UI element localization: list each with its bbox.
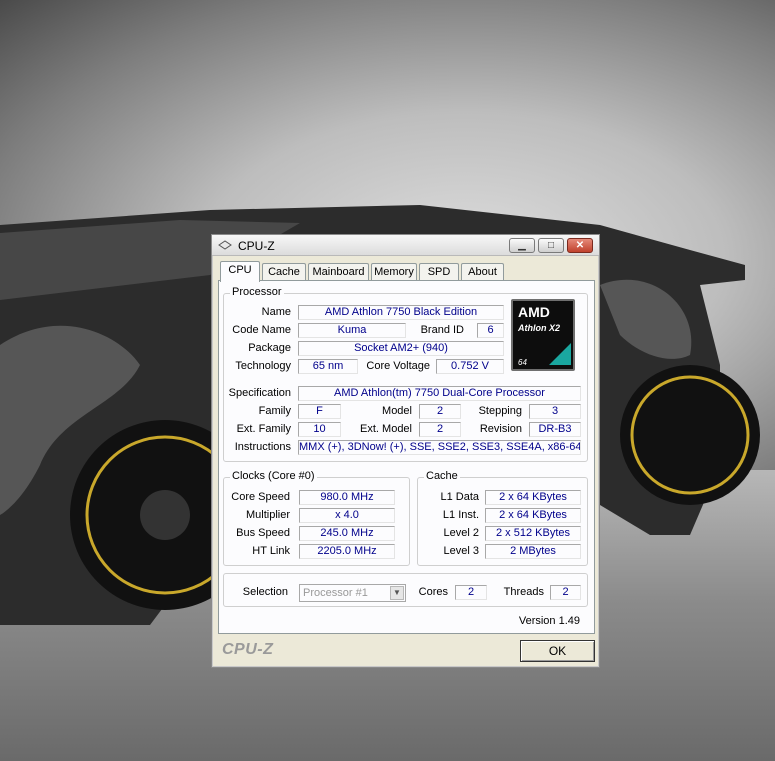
revision-value: DR-B3: [529, 422, 581, 437]
name-value: AMD Athlon 7750 Black Edition: [298, 305, 504, 320]
specification-label: Specification: [228, 387, 291, 399]
close-icon: ✕: [575, 240, 585, 251]
ext-model-value: 2: [419, 422, 461, 437]
cores-label: Cores: [418, 586, 448, 598]
cpuz-brand-text: CPU-Z: [222, 641, 274, 658]
ext-family-value: 10: [298, 422, 341, 437]
technology-label: Technology: [235, 360, 291, 372]
specification-value: AMD Athlon(tm) 7750 Dual-Core Processor: [298, 386, 581, 401]
processor-select-value: Processor #1: [303, 587, 368, 599]
processor-select[interactable]: Processor #1 ▼: [299, 584, 406, 602]
ht-link-label: HT Link: [252, 545, 290, 557]
logo-arrow-icon: [549, 343, 571, 365]
bus-speed-label: Bus Speed: [236, 527, 290, 539]
level3-value: 2 MBytes: [485, 544, 581, 559]
minimize-button[interactable]: ▁: [509, 238, 535, 253]
codename-value: Kuma: [298, 323, 406, 338]
logo-brand: AMD: [518, 304, 550, 320]
cache-group-title: Cache: [424, 470, 460, 482]
model-label: Model: [382, 405, 412, 417]
family-label: Family: [258, 405, 291, 417]
tab-cpu[interactable]: CPU: [220, 261, 260, 282]
revision-label: Revision: [479, 423, 522, 435]
codename-label: Code Name: [232, 324, 291, 336]
package-label: Package: [248, 342, 291, 354]
level3-label: Level 3: [443, 545, 479, 557]
model-value: 2: [419, 404, 461, 419]
maximize-button[interactable]: □: [538, 238, 564, 253]
cpu-tab-panel: Processor Name AMD Athlon 7750 Black Edi…: [218, 280, 595, 634]
core-speed-value: 980.0 MHz: [299, 490, 395, 505]
multiplier-value: x 4.0: [299, 508, 395, 523]
threads-value: 2: [550, 585, 581, 600]
technology-value: 65 nm: [298, 359, 358, 374]
logo-bits: 64: [518, 358, 527, 367]
threads-label: Threads: [503, 586, 544, 598]
ext-model-label: Ext. Model: [360, 423, 412, 435]
logo-line: Athlon X2: [518, 323, 560, 333]
l1-data-label: L1 Data: [440, 491, 479, 503]
bus-speed-value: 245.0 MHz: [299, 526, 395, 541]
close-button[interactable]: ✕: [567, 238, 593, 253]
package-value: Socket AM2+ (940): [298, 341, 504, 356]
stepping-label: Stepping: [478, 405, 522, 417]
l1-data-value: 2 x 64 KBytes: [485, 490, 581, 505]
title-bar[interactable]: CPU-Z ▁ □ ✕: [212, 235, 599, 256]
stepping-value: 3: [529, 404, 581, 419]
tab-mainboard[interactable]: Mainboard: [308, 263, 369, 281]
maximize-icon: □: [547, 240, 555, 251]
processor-group-title: Processor: [230, 286, 284, 298]
tab-cache[interactable]: Cache: [262, 263, 306, 281]
version-text: Version 1.49: [518, 615, 580, 627]
brandid-label: Brand ID: [420, 324, 464, 336]
core-voltage-label: Core Voltage: [366, 360, 430, 372]
cores-value: 2: [455, 585, 487, 600]
amd-athlon-x2-logo: AMD Athlon X2 64: [511, 299, 575, 371]
tab-about[interactable]: About: [461, 263, 504, 281]
window-title: CPU-Z: [238, 239, 275, 253]
cpuz-window: CPU-Z ▁ □ ✕ CPU Cache Mainboard Memory S…: [211, 234, 600, 668]
name-label: Name: [261, 306, 291, 318]
brandid-value: 6: [477, 323, 504, 338]
instructions-value: MMX (+), 3DNow! (+), SSE, SSE2, SSE3, SS…: [298, 440, 581, 455]
chevron-down-icon[interactable]: ▼: [390, 586, 404, 600]
level2-value: 2 x 512 KBytes: [485, 526, 581, 541]
core-speed-label: Core Speed: [231, 491, 290, 503]
cpuz-app-icon: [218, 240, 232, 250]
ht-link-value: 2205.0 MHz: [299, 544, 395, 559]
level2-label: Level 2: [443, 527, 479, 539]
clocks-group-title: Clocks (Core #0): [230, 470, 317, 482]
core-voltage-value: 0.752 V: [436, 359, 504, 374]
family-value: F: [298, 404, 341, 419]
ok-button[interactable]: OK: [520, 640, 595, 662]
l1-inst-label: L1 Inst.: [442, 509, 479, 521]
ext-family-label: Ext. Family: [236, 423, 291, 435]
tab-memory[interactable]: Memory: [371, 263, 417, 281]
l1-inst-value: 2 x 64 KBytes: [485, 508, 581, 523]
instructions-label: Instructions: [234, 441, 291, 453]
multiplier-label: Multiplier: [245, 509, 290, 521]
selection-label: Selection: [242, 586, 288, 598]
tab-spd[interactable]: SPD: [419, 263, 459, 281]
minimize-icon: ▁: [518, 240, 526, 251]
